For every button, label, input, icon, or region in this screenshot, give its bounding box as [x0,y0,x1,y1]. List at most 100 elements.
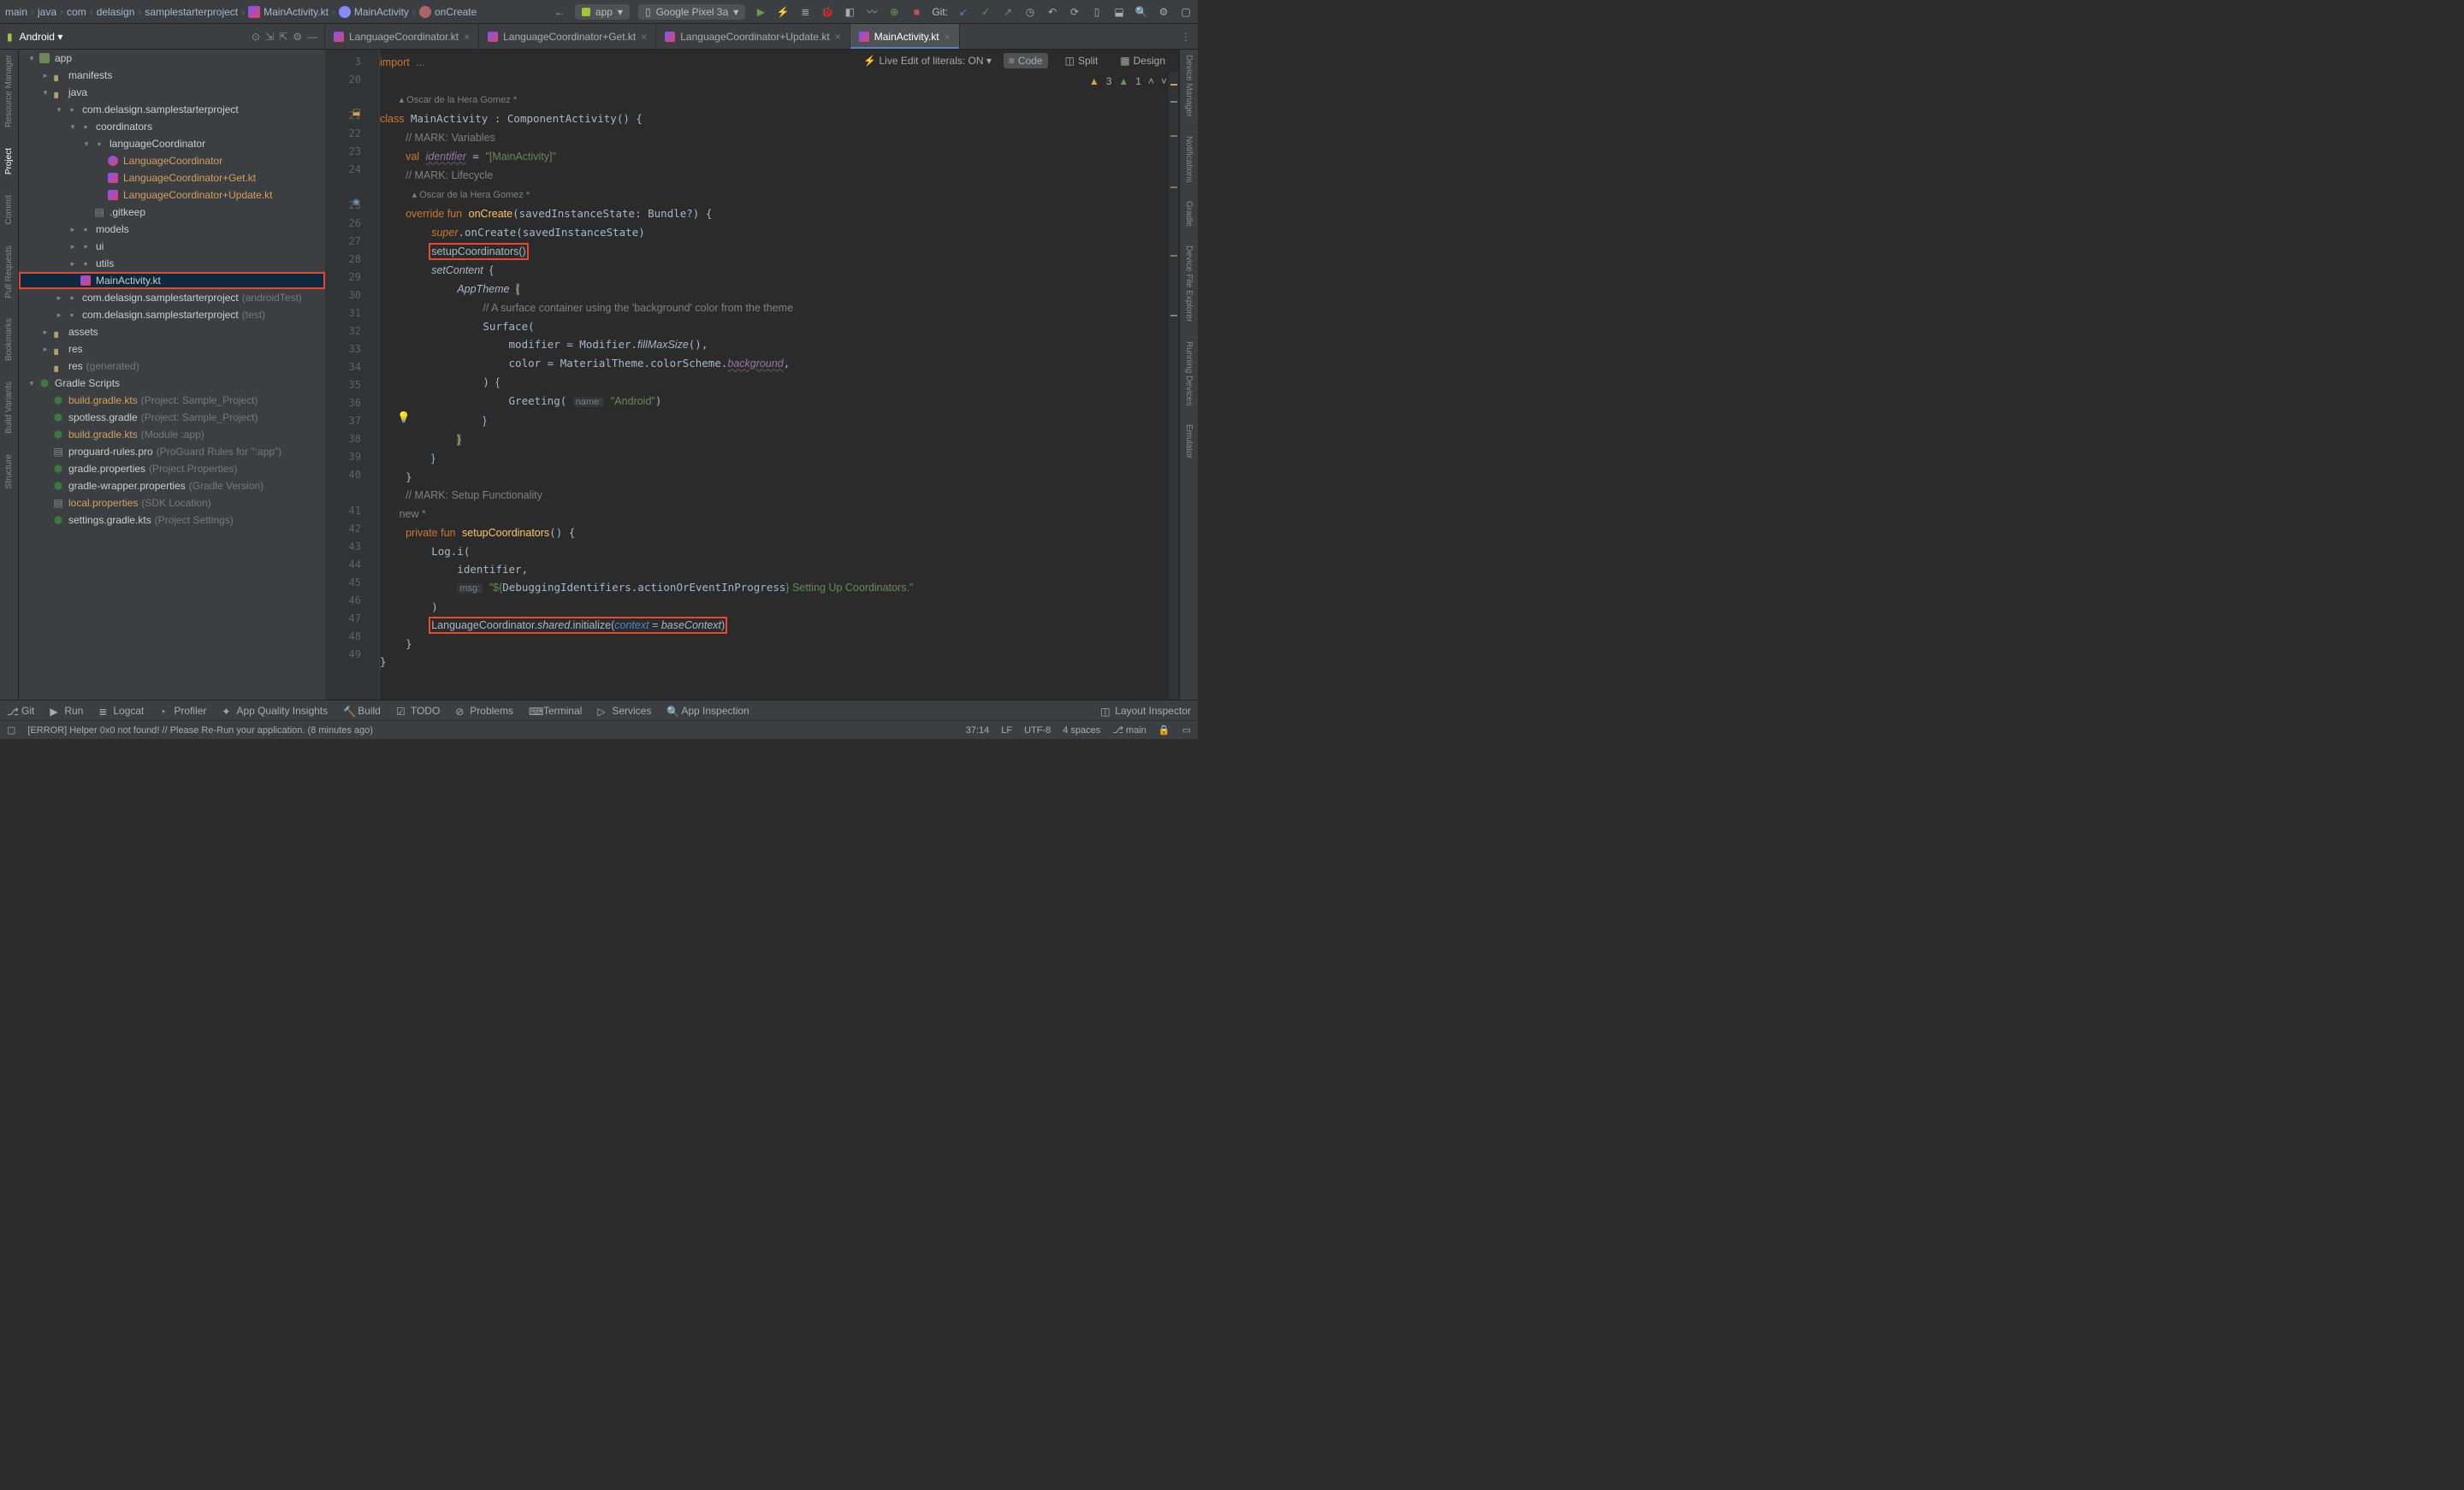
back-icon[interactable]: ← [553,5,566,19]
tree-node[interactable]: ▾⬢Gradle Scripts [19,375,325,392]
stop-icon[interactable]: ■ [909,5,923,19]
tree-node[interactable]: LanguageCoordinator+Get.kt [19,169,325,186]
tab-overflow-icon[interactable]: ⋮ [1174,24,1198,49]
tool-window-stripe-button[interactable]: Device File Explorer [1184,244,1194,323]
caret-position[interactable]: 37:14 [966,725,990,736]
tree-node[interactable]: ▸▪com.delasign.samplestarterproject(test… [19,306,325,323]
expand-arrow-icon[interactable]: ▾ [53,105,65,115]
tool-window-stripe-button[interactable]: Project [4,146,14,176]
tool-window-icon[interactable]: ▢ [7,724,15,736]
file-encoding[interactable]: UTF-8 [1024,725,1051,736]
bottom-tool-button[interactable]: ◔Profiler [159,705,206,717]
editor-tab[interactable]: LanguageCoordinator.kt× [325,24,479,49]
git-commit-icon[interactable]: ✓ [979,5,992,19]
tree-node[interactable]: ⬢build.gradle.kts(Module :app) [19,426,325,443]
tree-node[interactable]: ▾▪coordinators [19,118,325,135]
expand-arrow-icon[interactable]: ▾ [80,139,92,149]
tool-window-stripe-button[interactable]: Pull Requests [4,244,14,300]
tool-window-stripe-button[interactable]: Resource Manager [4,53,14,129]
tool-window-stripe-button[interactable]: Running Devices [1184,340,1194,408]
indent-widget[interactable]: 4 spaces [1063,725,1100,736]
tree-node[interactable]: ▸▖manifests [19,67,325,84]
tool-window-stripe-button[interactable]: Notifications [1184,134,1194,184]
tree-node[interactable]: ▸▪models [19,221,325,238]
close-tab-icon[interactable]: × [464,31,470,43]
run-icon[interactable]: ▶ [754,5,767,19]
code-view-button[interactable]: ≡ Code [1004,53,1048,68]
expand-arrow-icon[interactable]: ▸ [39,345,51,354]
tree-node[interactable]: ▾▖java [19,84,325,101]
project-mode-dropdown[interactable]: Android ▾ [20,31,245,43]
fold-gutter[interactable]: ⬓ ◉ [368,50,380,700]
breadcrumb-item[interactable]: samplestarterproject [145,6,238,18]
tree-node[interactable]: ▸▪ui [19,238,325,255]
breadcrumb-item[interactable]: MainActivity.kt [264,6,329,18]
apply-changes-icon[interactable]: ⚡ [776,5,790,19]
select-opened-icon[interactable]: ⊙ [252,31,260,43]
editor-tab[interactable]: LanguageCoordinator+Get.kt× [479,24,656,49]
bottom-tool-button[interactable]: ☑TODO [396,705,440,717]
prev-highlight-icon[interactable]: ˄ [1148,75,1154,87]
bottom-tool-button[interactable]: ▷Services [597,705,651,717]
tree-node[interactable]: ▸▪com.delasign.samplestarterproject(andr… [19,289,325,306]
expand-arrow-icon[interactable]: ▸ [53,293,65,303]
tree-node[interactable]: ▤proguard-rules.pro(ProGuard Rules for "… [19,443,325,460]
close-tab-icon[interactable]: × [835,31,841,43]
collapse-icon[interactable]: ⇱ [279,31,287,43]
tree-node[interactable]: ▸▖res [19,340,325,358]
expand-arrow-icon[interactable]: ▸ [67,259,79,269]
expand-arrow-icon[interactable]: ▸ [39,71,51,80]
bottom-tool-button[interactable]: 🔨Build [343,705,381,717]
tool-window-stripe-button[interactable]: Gradle [1184,199,1194,228]
tool-window-stripe-button[interactable]: Device Manager [1184,53,1194,119]
expand-arrow-icon[interactable]: ▸ [53,310,65,320]
tree-node[interactable]: ▾▪com.delasign.samplestarterproject [19,101,325,118]
live-edit-toggle[interactable]: ⚡ Live Edit of literals: ON ▾ [863,55,992,67]
breadcrumb-item[interactable]: onCreate [435,6,477,18]
tree-node[interactable]: ⬢settings.gradle.kts(Project Settings) [19,511,325,529]
settings-icon[interactable]: ⚙ [293,31,302,43]
breadcrumb-item[interactable]: main [5,6,27,18]
tree-node[interactable]: ⬢gradle-wrapper.properties(Gradle Versio… [19,477,325,494]
memory-indicator-icon[interactable]: ▭ [1182,724,1191,736]
tool-window-stripe-button[interactable]: Bookmarks [4,316,14,363]
tree-node[interactable]: ⬢gradle.properties(Project Properties) [19,460,325,477]
sync-icon[interactable]: ⟳ [1068,5,1081,19]
line-separator[interactable]: LF [1001,725,1012,736]
layout-inspector-button[interactable]: ◫Layout Inspector [1100,705,1191,717]
bottom-tool-button[interactable]: ✦App Quality Insights [222,705,328,717]
lock-icon[interactable]: 🔒 [1158,724,1170,736]
git-push-icon[interactable]: ↗ [1001,5,1015,19]
bottom-tool-button[interactable]: ⎇Git [7,705,34,717]
device-selector-dropdown[interactable]: ▯ Google Pixel 3a ▾ [638,4,745,20]
tree-node[interactable]: MainActivity.kt [19,272,325,289]
editor-tab[interactable]: LanguageCoordinator+Update.kt× [656,24,850,49]
code-editor[interactable]: ⚡ Live Edit of literals: ON ▾ ≡ Code ◫ S… [325,50,1179,700]
bottom-tool-button[interactable]: ⌨Terminal [529,705,582,717]
tree-node[interactable]: ▖res(generated) [19,358,325,375]
bottom-tool-button[interactable]: ⊘Problems [455,705,513,717]
expand-arrow-icon[interactable]: ▾ [39,88,51,98]
account-icon[interactable]: ▢ [1179,5,1193,19]
split-view-button[interactable]: ◫ Split [1060,53,1104,68]
git-pull-icon[interactable]: ↙ [957,5,970,19]
expand-arrow-icon[interactable]: ▸ [67,225,79,234]
profile-icon[interactable]: 〰 [865,5,879,19]
tree-node[interactable]: ▤.gitkeep [19,204,325,221]
tree-node[interactable]: ▤local.properties(SDK Location) [19,494,325,511]
tool-window-stripe-button[interactable]: Structure [4,452,14,491]
sdk-icon[interactable]: ⬓ [1112,5,1126,19]
code-content[interactable]: import ... ▴ Oscar de la Hera Gomez * cl… [380,50,1169,700]
error-stripe[interactable] [1169,50,1179,700]
tree-node[interactable]: ⬢build.gradle.kts(Project: Sample_Projec… [19,392,325,409]
breadcrumb-item[interactable]: java [38,6,56,18]
design-view-button[interactable]: ▦ Design [1115,53,1170,68]
settings-icon[interactable]: ⚙ [1157,5,1170,19]
tree-node[interactable]: ▸▪utils [19,255,325,272]
expand-arrow-icon[interactable]: ▾ [26,54,38,63]
bottom-tool-button[interactable]: 🔍App Inspection [666,705,749,717]
run-configuration-dropdown[interactable]: app ▾ [575,4,630,20]
expand-arrow-icon[interactable]: ▸ [67,242,79,251]
tool-window-stripe-button[interactable]: Commit [4,193,14,226]
breadcrumb-item[interactable]: MainActivity [354,6,409,18]
